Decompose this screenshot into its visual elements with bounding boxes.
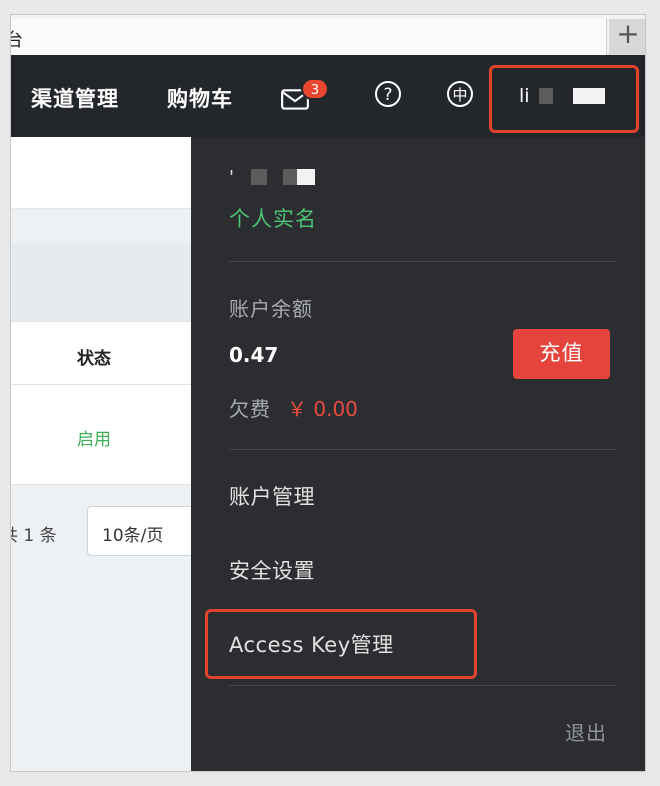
- nav-cart[interactable]: 购物车: [167, 83, 233, 113]
- arrears-label: 欠费: [229, 397, 271, 421]
- language-icon[interactable]: 中: [445, 79, 475, 109]
- divider: [229, 261, 617, 262]
- highlight-box-user: [489, 65, 639, 133]
- logout-link[interactable]: 退出: [565, 717, 607, 746]
- pager-total-text: 共 1 条: [11, 526, 57, 546]
- filter-card: [11, 137, 191, 209]
- table-row: 启用: [11, 385, 191, 485]
- top-nav: 渠道管理 购物车 3 ? 中 li: [11, 55, 645, 137]
- browser-tab[interactable]: 台: [11, 19, 607, 55]
- help-icon[interactable]: ?: [373, 79, 403, 109]
- highlight-box-access-key: [205, 609, 477, 679]
- new-tab-button[interactable]: +: [609, 17, 645, 55]
- balance-label: 账户余额: [229, 297, 313, 321]
- recharge-button[interactable]: 充值: [513, 329, 610, 379]
- divider: [229, 685, 617, 686]
- security-settings-link[interactable]: 安全设置: [229, 555, 315, 585]
- tab-title: 台: [11, 30, 23, 51]
- help-glyph: ?: [383, 85, 392, 105]
- status-cell: 启用: [77, 430, 111, 450]
- nav-channel-management[interactable]: 渠道管理: [31, 83, 119, 113]
- balance-value: 0.47: [229, 343, 279, 367]
- redacted-username: [297, 169, 315, 185]
- divider: [229, 449, 617, 450]
- page-size-select[interactable]: 10条/页: [87, 506, 197, 556]
- redacted-username: [283, 169, 297, 185]
- tab-strip: 台 +: [11, 15, 645, 55]
- panel-username: ': [229, 167, 234, 188]
- account-management-link[interactable]: 账户管理: [229, 481, 315, 511]
- redacted-username: [251, 169, 267, 185]
- mail-badge: 3: [301, 78, 329, 100]
- section-band: [11, 243, 191, 321]
- language-glyph: 中: [452, 86, 467, 104]
- page-size-value: 10条/页: [102, 526, 164, 546]
- real-name-link[interactable]: 个人实名: [229, 203, 317, 233]
- column-header-status: 状态: [77, 349, 111, 369]
- browser-frame: 台 + 渠道管理 购物车 3 ? 中 li 状态: [10, 14, 646, 772]
- plus-icon: +: [616, 17, 640, 50]
- arrears-value: ￥ 0.00: [287, 397, 358, 421]
- user-dropdown-panel: ' 个人实名 账户余额 0.47 充值 欠费 ￥ 0.00 账户管理 安全设置 …: [191, 137, 645, 771]
- pager-total: 共 1 条: [11, 521, 57, 546]
- table-header: 状态: [11, 321, 191, 385]
